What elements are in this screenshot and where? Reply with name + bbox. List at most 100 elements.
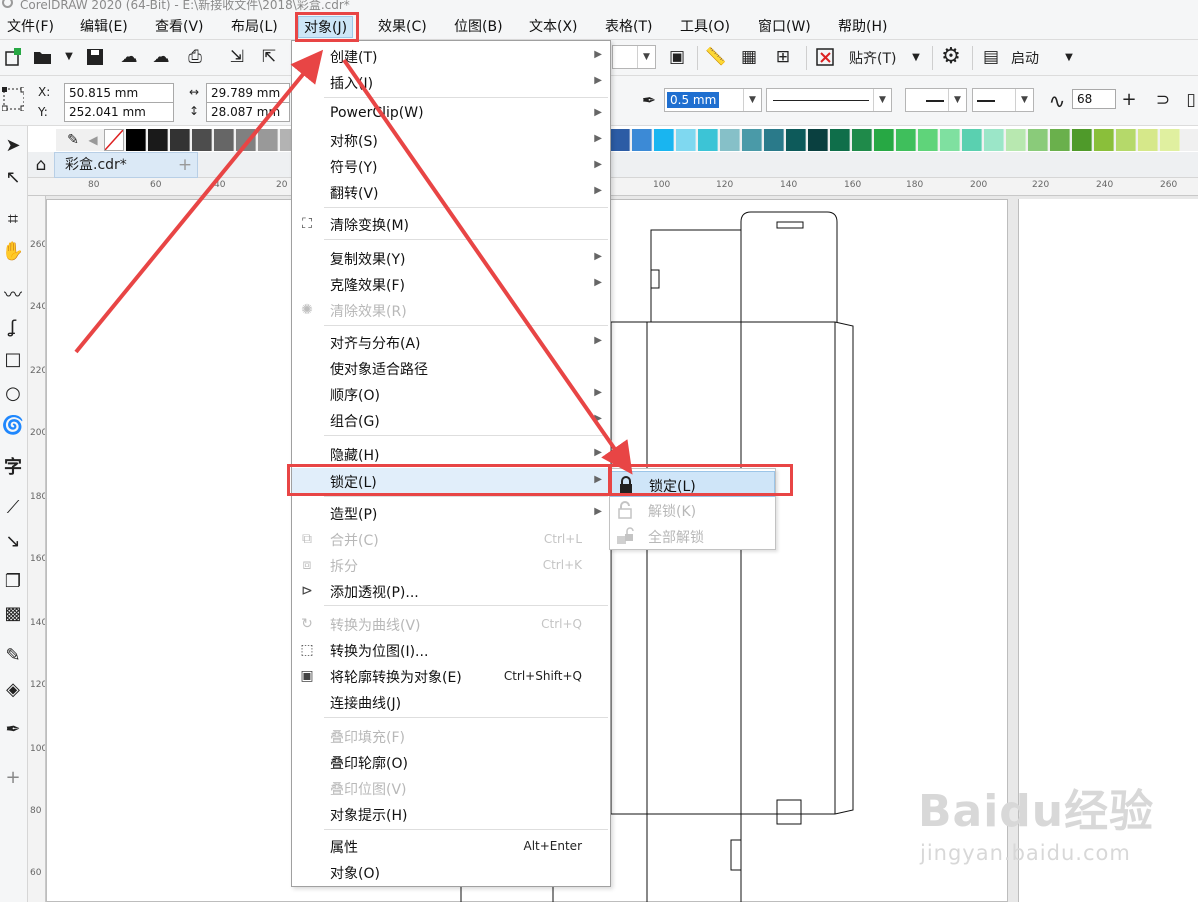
height-field[interactable]: 28.087 mm bbox=[206, 102, 290, 122]
color-swatch[interactable] bbox=[1160, 129, 1180, 151]
text-tool-icon[interactable]: 字 bbox=[0, 454, 26, 482]
color-swatch[interactable] bbox=[874, 129, 894, 151]
menu-item-join-curves[interactable]: 连接曲线(J) bbox=[292, 689, 610, 715]
menu-window[interactable]: 窗口(W) bbox=[753, 16, 816, 38]
menu-edit[interactable]: 编辑(E) bbox=[75, 16, 133, 38]
eyedropper-icon[interactable]: ✎ bbox=[62, 129, 84, 151]
menu-item-overprint-fill[interactable]: 叠印填充(F) bbox=[292, 723, 610, 749]
new-tab-icon[interactable]: + bbox=[174, 154, 196, 176]
ellipse-tool-icon[interactable]: ○ bbox=[0, 380, 26, 408]
guidelines-icon[interactable]: ⊞ bbox=[772, 46, 794, 68]
close-curve-icon[interactable]: ⊃ bbox=[1152, 89, 1174, 111]
spiral-tool-icon[interactable]: 🌀 bbox=[0, 412, 26, 440]
color-swatch[interactable] bbox=[1028, 129, 1048, 151]
menu-item-combine[interactable]: ⧉ 合并(C) Ctrl+L bbox=[292, 526, 610, 552]
color-swatch[interactable] bbox=[654, 129, 674, 151]
color-swatch[interactable] bbox=[984, 129, 1004, 151]
color-swatch[interactable] bbox=[192, 129, 212, 151]
color-swatch[interactable] bbox=[786, 129, 806, 151]
pick-tool-icon[interactable]: ➤ bbox=[0, 132, 26, 160]
import-icon[interactable]: ⇲ bbox=[226, 46, 248, 68]
export-icon[interactable]: ⇱ bbox=[258, 46, 280, 68]
start-arrowhead-combo[interactable]: ▼ bbox=[905, 88, 967, 112]
menu-item-create[interactable]: 创建(T) ▶ bbox=[292, 43, 610, 69]
unlock-menu-item[interactable]: 解锁(K) bbox=[610, 497, 775, 523]
menu-item-copy-effect[interactable]: 复制效果(Y) ▶ bbox=[292, 245, 610, 271]
menu-table[interactable]: 表格(T) bbox=[600, 16, 657, 38]
color-swatch[interactable] bbox=[170, 129, 190, 151]
outline-width-combo[interactable]: 0.5 mm ▼ bbox=[664, 88, 762, 112]
menu-item-insert[interactable]: 插入(I) ▶ bbox=[292, 69, 610, 95]
color-swatch[interactable] bbox=[1050, 129, 1070, 151]
color-swatch[interactable] bbox=[1116, 129, 1136, 151]
color-swatch[interactable] bbox=[720, 129, 740, 151]
color-swatch[interactable] bbox=[126, 129, 146, 151]
color-swatch[interactable] bbox=[676, 129, 696, 151]
menu-item-order[interactable]: 顺序(O) ▶ bbox=[292, 381, 610, 407]
menu-item-clone-effect[interactable]: 克隆效果(F) ▶ bbox=[292, 271, 610, 297]
end-arrowhead-combo[interactable]: ▼ bbox=[972, 88, 1034, 112]
menu-item-convert-to-curves[interactable]: ↻ 转换为曲线(V) Ctrl+Q bbox=[292, 611, 610, 637]
menu-item-flip[interactable]: 翻转(V) ▶ bbox=[292, 179, 610, 205]
crop-tool-icon[interactable]: ⌗ bbox=[0, 206, 26, 234]
color-swatch[interactable] bbox=[896, 129, 916, 151]
color-swatch[interactable] bbox=[852, 129, 872, 151]
add-tool-icon[interactable]: + bbox=[0, 764, 26, 792]
color-swatch[interactable] bbox=[962, 129, 982, 151]
fill-tool-icon[interactable]: ◈ bbox=[0, 676, 26, 704]
menu-item-object-hints[interactable]: 对象提示(H) bbox=[292, 801, 610, 827]
menu-bitmap[interactable]: 位图(B) bbox=[449, 16, 508, 38]
menu-view[interactable]: 查看(V) bbox=[150, 16, 209, 38]
menu-item-symmetry[interactable]: 对称(S) ▶ bbox=[292, 127, 610, 153]
menu-item-add-perspective[interactable]: ⊳ 添加透视(P)... bbox=[292, 578, 610, 604]
menu-item-align-distribute[interactable]: 对齐与分布(A) ▶ bbox=[292, 329, 610, 355]
outline-tool-icon[interactable]: ✒ bbox=[0, 716, 26, 744]
color-swatch[interactable] bbox=[236, 129, 256, 151]
dimension-tool-icon[interactable]: ⟋ bbox=[0, 494, 26, 522]
color-swatch[interactable] bbox=[1072, 129, 1092, 151]
x-position-field[interactable]: 50.815 mm bbox=[64, 83, 174, 103]
menu-item-convert-to-bitmap[interactable]: ⬚ 转换为位图(I)... bbox=[292, 637, 610, 663]
home-icon[interactable]: ⌂ bbox=[30, 154, 52, 176]
color-swatch[interactable] bbox=[214, 129, 234, 151]
menu-item-shaping[interactable]: 造型(P) ▶ bbox=[292, 500, 610, 526]
eyedropper-icon[interactable]: ✎ bbox=[0, 642, 26, 670]
snap-off-icon[interactable] bbox=[814, 46, 836, 68]
artistic-media-icon[interactable]: ʆ bbox=[0, 314, 26, 342]
reference-point-icon[interactable] bbox=[2, 87, 24, 111]
color-swatch[interactable] bbox=[764, 129, 784, 151]
menu-effects[interactable]: 效果(C) bbox=[373, 16, 432, 38]
full-screen-icon[interactable]: ▣ bbox=[666, 46, 688, 68]
menu-item-clear-transformations[interactable]: ⛶ 清除变换(M) bbox=[292, 211, 610, 237]
color-swatch[interactable] bbox=[610, 129, 630, 151]
plus-icon[interactable]: + bbox=[1118, 89, 1140, 111]
color-swatch[interactable] bbox=[808, 129, 828, 151]
color-swatch[interactable] bbox=[148, 129, 168, 151]
drop-shadow-icon[interactable]: ❐ bbox=[0, 568, 26, 596]
expand-icon[interactable]: ▯ bbox=[1180, 89, 1198, 111]
freehand-tool-icon[interactable]: 〰 bbox=[0, 282, 26, 310]
palette-scroll-left-icon[interactable]: ◀ bbox=[82, 129, 104, 151]
menu-help[interactable]: 帮助(H) bbox=[833, 16, 892, 38]
open-folder-icon[interactable] bbox=[32, 46, 54, 68]
menu-item-convert-outline-to-object[interactable]: ▣ 将轮廓转换为对象(E) Ctrl+Shift+Q bbox=[292, 663, 610, 689]
shape-tool-icon[interactable]: ↖ bbox=[0, 164, 26, 192]
unlock-all-menu-item[interactable]: 全部解锁 bbox=[610, 523, 775, 549]
no-color-swatch[interactable] bbox=[104, 129, 124, 151]
launch-icon[interactable]: ▤ bbox=[980, 46, 1002, 68]
open-dropdown-icon[interactable]: ▼ bbox=[58, 46, 80, 68]
launch-label[interactable]: 启动 bbox=[1011, 48, 1039, 68]
color-swatch[interactable] bbox=[1094, 129, 1114, 151]
rulers-icon[interactable]: 📏 bbox=[705, 46, 727, 68]
menu-layout[interactable]: 布局(L) bbox=[226, 16, 283, 38]
outline-width-value[interactable]: 0.5 mm bbox=[667, 92, 720, 108]
cloud-upload-icon[interactable]: ☁ bbox=[150, 46, 172, 68]
menu-item-group[interactable]: 组合(G) ▶ bbox=[292, 407, 610, 433]
print-icon[interactable]: ⎙ bbox=[184, 46, 206, 68]
color-swatch[interactable] bbox=[698, 129, 718, 151]
menu-item-clear-effect[interactable]: ✺ 清除效果(R) bbox=[292, 297, 610, 323]
color-swatch[interactable] bbox=[742, 129, 762, 151]
snap-to-label[interactable]: 贴齐(T) bbox=[849, 48, 896, 68]
width-field[interactable]: 29.789 mm bbox=[206, 83, 290, 103]
menu-item-properties[interactable]: 属性 Alt+Enter bbox=[292, 833, 610, 859]
